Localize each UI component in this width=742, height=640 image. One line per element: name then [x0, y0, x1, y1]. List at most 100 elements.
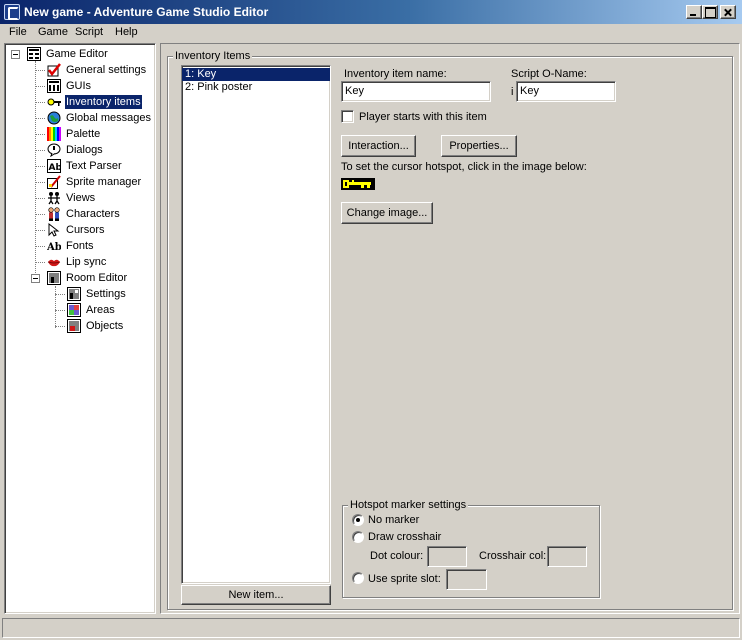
project-tree[interactable]: Game Editor General settings GUIs Invent…	[4, 43, 156, 614]
script-name-input[interactable]: Key	[516, 81, 616, 102]
tree-line	[35, 198, 45, 199]
menu-help[interactable]: Help	[115, 26, 138, 38]
sprite-icon	[47, 175, 61, 189]
dot-colour-label: Dot colour:	[370, 550, 424, 562]
no-marker-radio[interactable]	[352, 514, 364, 526]
dialog-icon	[47, 143, 61, 157]
palette-icon	[47, 127, 61, 141]
lips-icon	[47, 259, 61, 267]
draw-crosshair-radio[interactable]	[352, 531, 364, 543]
tree-item-label: Inventory items	[64, 94, 143, 110]
crosshair-col-label: Crosshair col:	[479, 550, 547, 562]
room-areas-icon	[67, 303, 81, 317]
crosshair-colour-input[interactable]	[547, 546, 587, 567]
tree-line	[35, 150, 45, 151]
player-starts-checkbox[interactable]	[341, 110, 354, 123]
player-starts-label: Player starts with this item	[359, 111, 487, 123]
tree-line	[35, 86, 45, 87]
dot-colour-input[interactable]	[427, 546, 467, 567]
tree-line	[55, 286, 56, 328]
menu-game[interactable]: Game	[38, 26, 68, 38]
game-editor-icon	[27, 47, 41, 61]
svg-text:Ab: Ab	[47, 242, 61, 253]
tree-item-label: Views	[66, 192, 96, 204]
tree-item-label: Global messages	[66, 112, 151, 124]
tree-item-label: Text Parser	[66, 160, 122, 172]
sprite-slot-input[interactable]	[446, 569, 487, 590]
status-bar	[2, 618, 740, 638]
item-name-input[interactable]: Key	[341, 81, 491, 102]
tree-item-label: GUIs	[66, 80, 92, 92]
tree-item-label: Palette	[66, 128, 101, 140]
tree-item-label: Objects	[86, 320, 124, 332]
minimize-button[interactable]	[686, 5, 702, 19]
app-icon[interactable]	[4, 4, 20, 20]
hotspot-hint: To set the cursor hotspot, click in the …	[341, 161, 587, 173]
tree-item-label: Dialogs	[66, 144, 103, 156]
inventory-group-title: Inventory Items	[173, 50, 253, 62]
tree-line	[35, 102, 45, 103]
title-bar: New game - Adventure Game Studio Editor	[0, 0, 742, 24]
tree-line	[35, 182, 45, 183]
change-image-button[interactable]: Change image...	[341, 202, 433, 224]
item-name-label: Inventory item name:	[344, 68, 447, 80]
tree-line	[35, 166, 45, 167]
script-name-label: Script O-Name:	[511, 68, 587, 80]
no-marker-label: No marker	[368, 514, 420, 526]
svg-text:Ab: Ab	[49, 163, 62, 173]
menu-file[interactable]: File	[9, 26, 27, 38]
list-item[interactable]: 2: Pink poster	[182, 81, 330, 94]
inventory-editor-pane: Inventory Items 1: Key 2: Pink poster Ne…	[160, 43, 740, 614]
room-settings-icon	[67, 287, 81, 301]
text-parser-icon: Ab	[47, 159, 61, 173]
tree-item-label: Fonts	[66, 240, 94, 252]
close-button[interactable]	[720, 5, 736, 19]
checkmark-icon	[47, 63, 61, 77]
menu-bar: File Game Script Help	[0, 24, 742, 42]
room-editor-collapse-toggle[interactable]	[31, 274, 40, 283]
tree-item-label: Settings	[86, 288, 126, 300]
game-editor-collapse-toggle[interactable]	[11, 50, 20, 59]
inventory-item-image[interactable]	[341, 178, 375, 190]
list-item[interactable]: 1: Key	[182, 68, 330, 81]
tree-line	[35, 134, 45, 135]
tree-line	[35, 70, 45, 71]
tree-item-label: Characters	[66, 208, 120, 220]
maximize-button[interactable]	[702, 5, 718, 19]
tree-line	[55, 326, 65, 327]
tree-line	[55, 294, 65, 295]
use-sprite-radio[interactable]	[352, 572, 364, 584]
cursor-icon	[48, 223, 60, 237]
interaction-button[interactable]: Interaction...	[341, 135, 416, 157]
room-objects-icon	[67, 319, 81, 333]
tree-item-label: Game Editor	[46, 48, 108, 60]
tree-line	[35, 246, 45, 247]
font-icon: Ab	[47, 242, 61, 253]
inventory-list[interactable]: 1: Key 2: Pink poster	[181, 65, 331, 584]
tree-line	[35, 262, 45, 263]
tree-item-label: General settings	[66, 64, 147, 76]
tree-line	[35, 118, 45, 119]
hotspot-group-title: Hotspot marker settings	[348, 499, 469, 511]
globe-icon	[47, 111, 61, 125]
tree-line	[55, 310, 65, 311]
tree-item-label: Areas	[86, 304, 115, 316]
window-title: New game - Adventure Game Studio Editor	[24, 5, 269, 19]
views-icon	[48, 192, 60, 205]
tree-item-label: Lip sync	[66, 256, 107, 268]
properties-button[interactable]: Properties...	[441, 135, 517, 157]
script-name-prefix: i	[511, 86, 514, 98]
draw-crosshair-label: Draw crosshair	[368, 531, 442, 543]
characters-icon	[48, 207, 60, 221]
key-icon	[47, 98, 61, 106]
new-item-button[interactable]: New item...	[181, 585, 331, 605]
tree-item-label: Cursors	[66, 224, 105, 236]
tree-line	[35, 214, 45, 215]
use-sprite-label: Use sprite slot:	[368, 573, 441, 585]
room-editor-icon	[47, 271, 61, 285]
tree-line	[35, 230, 45, 231]
tree-item-label: Room Editor	[66, 272, 128, 284]
tree-item-label: Sprite manager	[66, 176, 142, 188]
gui-icon	[47, 79, 61, 93]
menu-script[interactable]: Script	[75, 26, 103, 38]
